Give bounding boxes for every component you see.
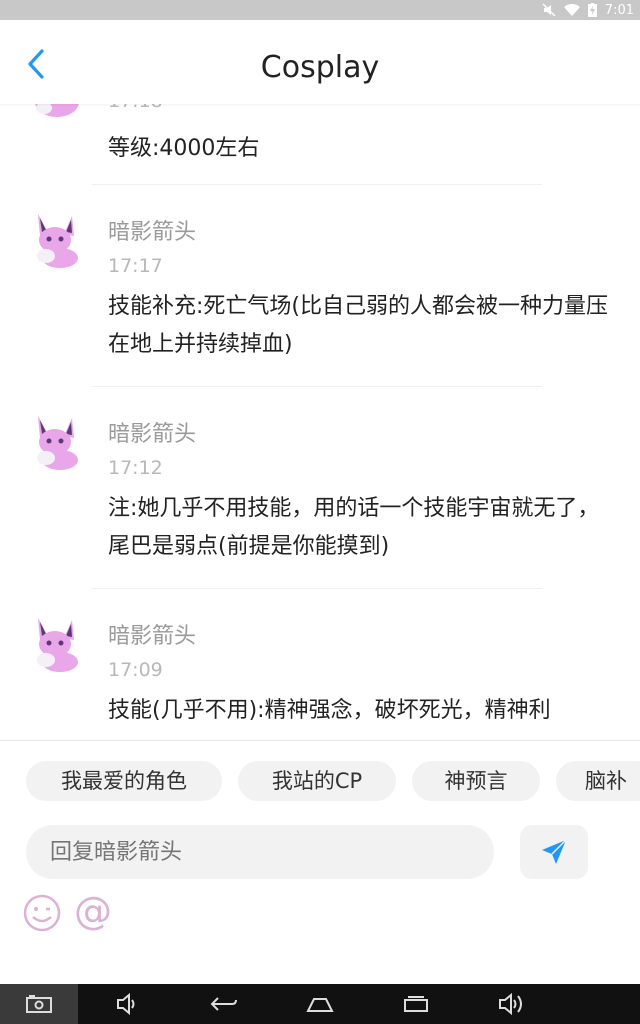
battery-charging-icon [587, 3, 597, 17]
wifi-icon [563, 3, 580, 16]
mute-icon [542, 3, 556, 17]
reply-input[interactable] [26, 825, 494, 879]
tag-chip[interactable]: 脑补 [556, 761, 640, 801]
avatar[interactable] [24, 104, 86, 120]
avatar[interactable] [24, 210, 86, 270]
status-icons: 7:01 [542, 2, 634, 18]
author-name[interactable]: 暗影箭头 [108, 214, 196, 246]
volume-up-button[interactable] [486, 984, 538, 1024]
post-text: 等级:4000左右 [108, 136, 260, 161]
volume-up-icon [499, 993, 522, 1015]
back-icon [210, 997, 237, 1011]
emoji-icon[interactable] [22, 893, 62, 933]
mention-icon[interactable]: @ [74, 889, 112, 933]
volume-down-icon [117, 993, 135, 1015]
quick-tags: 我最爱的角色 我站的CP 神预言 脑补 [26, 761, 640, 803]
page-title: Cosplay [260, 50, 380, 85]
screenshot-button[interactable] [0, 984, 78, 1024]
home-button[interactable] [294, 984, 346, 1024]
recents-icon [404, 996, 428, 1012]
tag-chip[interactable]: 我最爱的角色 [26, 761, 222, 801]
author-name[interactable]: 暗影箭头 [108, 416, 196, 448]
screenshot-icon [26, 995, 52, 1013]
post-time: 17:09 [108, 659, 163, 681]
tag-chip[interactable]: 我站的CP [238, 761, 396, 801]
tag-chip[interactable]: 神预言 [412, 761, 540, 801]
send-icon [542, 839, 567, 864]
post-time: 17:18 [108, 104, 163, 112]
post-text: 注:她几乎不用技能，用的话一个技能宇宙就无了，尾巴是弱点(前提是你能摸到) [108, 496, 600, 559]
send-button[interactable] [520, 825, 588, 879]
author-name[interactable]: 暗影箭头 [108, 618, 196, 650]
post-text: 技能(几乎不用):精神强念，破坏死光，精神利 [108, 698, 551, 723]
volume-down-button[interactable] [104, 984, 152, 1024]
divider [92, 386, 542, 387]
status-time: 7:01 [604, 2, 634, 18]
system-nav-bar [0, 984, 640, 1024]
status-bar: 7:01 [0, 0, 640, 20]
back-nav-button[interactable] [198, 984, 250, 1024]
reply-panel: 我最爱的角色我站的CP 神预言脑补 @ [0, 740, 640, 985]
divider [92, 588, 542, 589]
reply-feed[interactable]: 17:18 等级:4000左右 暗影箭头 17:17 技能补充:死亡气场(比自己… [0, 104, 640, 740]
header: Cosplay [0, 20, 640, 104]
post-time: 17:17 [108, 255, 163, 277]
avatar[interactable] [24, 412, 86, 472]
post-text: 技能补充:死亡气场(比自己弱的人都会被一种力量压在地上并持续掉血) [108, 294, 608, 357]
post-time: 17:12 [108, 457, 163, 479]
recents-button[interactable] [390, 984, 442, 1024]
avatar[interactable] [24, 614, 86, 674]
divider [92, 184, 542, 185]
home-icon [306, 998, 334, 1012]
